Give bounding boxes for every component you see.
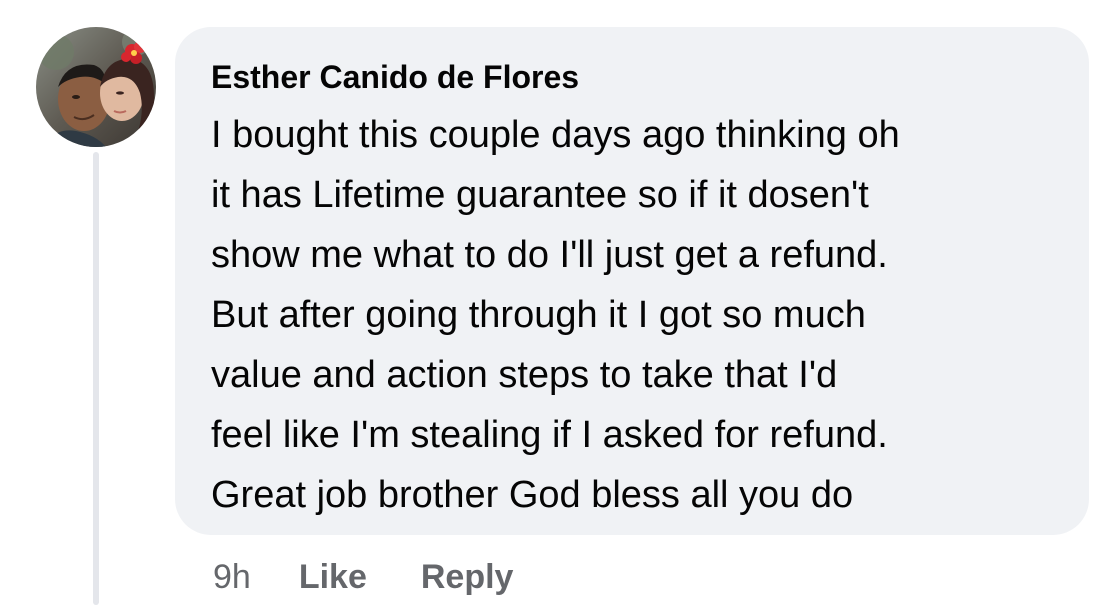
comment-author-name[interactable]: Esther Canido de Flores (211, 57, 1053, 97)
reply-thread-line (93, 152, 99, 605)
comment-line: feel like I'm stealing if I asked for re… (211, 414, 888, 456)
comment-line: Great job brother God bless all you do (211, 474, 854, 516)
comment-line: But after going through it I got so much (211, 294, 866, 336)
comment-timestamp[interactable]: 9h (213, 558, 251, 597)
comment-actions: 9h Like Reply (213, 557, 567, 597)
avatar-photo-icon (36, 27, 156, 147)
comment-line: value and action steps to take that I'd (211, 354, 838, 396)
comment-line: I bought this couple days ago thinking o… (211, 114, 900, 156)
like-button[interactable]: Like (299, 558, 367, 597)
comment-body: I bought this couple days ago thinking o… (211, 105, 1053, 525)
comment-line: it has Lifetime guarantee so if it dosen… (211, 174, 869, 216)
comment-bubble: Esther Canido de Flores I bought this co… (175, 27, 1089, 535)
author-avatar[interactable] (36, 27, 156, 147)
reply-button[interactable]: Reply (421, 558, 514, 597)
comment-line: show me what to do I'll just get a refun… (211, 234, 888, 276)
